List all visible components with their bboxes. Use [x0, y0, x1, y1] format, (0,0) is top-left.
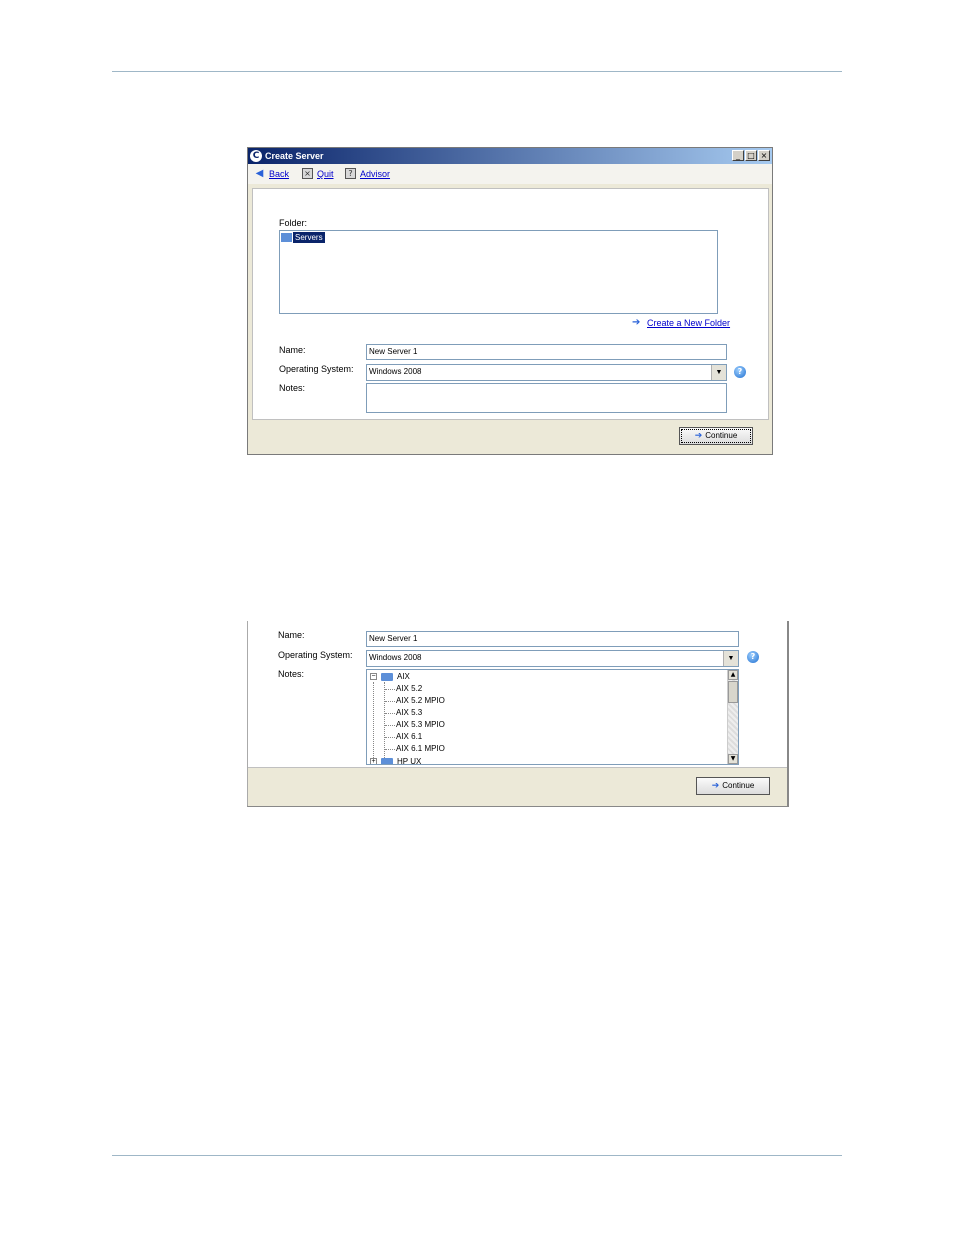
folder-tree[interactable]: Servers: [279, 230, 718, 314]
name-label: Name:: [279, 345, 306, 355]
os-select[interactable]: Windows 2008 ▼: [366, 650, 739, 667]
arrow-right-icon: ➔: [711, 780, 720, 790]
name-input[interactable]: New Server 1: [366, 631, 739, 647]
create-server-window: C Create Server _ □ × ◀ Back × Quit ? Ad…: [247, 147, 773, 455]
vertical-scrollbar[interactable]: ▲ ▼: [727, 670, 738, 764]
notes-label: Notes:: [279, 383, 306, 393]
name-label: Name:: [278, 630, 305, 640]
scroll-down-icon[interactable]: ▼: [728, 754, 738, 764]
scroll-up-icon[interactable]: ▲: [728, 670, 738, 680]
chevron-down-icon[interactable]: ▼: [723, 651, 738, 666]
tree-item[interactable]: AIX 5.2 MPIO: [367, 695, 727, 707]
arrow-right-icon: ➔: [694, 430, 703, 440]
collapse-icon[interactable]: −: [370, 673, 377, 680]
chevron-down-icon[interactable]: ▼: [711, 365, 726, 380]
minimize-button[interactable]: _: [732, 150, 744, 161]
create-folder-link[interactable]: Create a New Folder: [647, 318, 730, 329]
arrow-left-icon[interactable]: ◀: [254, 168, 265, 179]
os-label: Operating System:: [279, 364, 354, 374]
os-select[interactable]: Windows 2008 ▼: [366, 364, 727, 381]
continue-button[interactable]: ➔ Continue: [679, 427, 753, 445]
question-icon[interactable]: ?: [747, 651, 759, 663]
continue-label: Continue: [705, 431, 738, 440]
maximize-button[interactable]: □: [745, 150, 757, 161]
folder-item-servers[interactable]: Servers: [293, 232, 325, 243]
help-box-icon[interactable]: ?: [345, 168, 356, 179]
folder-label: Folder:: [279, 218, 308, 228]
arrow-right-icon: ➔: [632, 317, 641, 328]
content-panel: Folder: Servers ➔ Create a New Folder Na…: [252, 188, 769, 420]
footer-rule: [112, 1155, 842, 1156]
toolbar: ◀ Back × Quit ? Advisor: [248, 164, 772, 184]
back-link[interactable]: Back: [269, 169, 289, 180]
os-dropdown-list[interactable]: − AIX AIX 5.2 AIX 5.2 MPIO AIX 5.3 AIX 5…: [366, 669, 739, 765]
os-select-value: Windows 2008: [369, 653, 422, 662]
app-icon: C: [250, 150, 262, 162]
tree-item[interactable]: AIX 5.3 MPIO: [367, 719, 727, 731]
folder-icon: [381, 758, 393, 764]
notes-input[interactable]: [366, 383, 727, 413]
advisor-link[interactable]: Advisor: [360, 169, 390, 180]
title-bar: C Create Server _ □ ×: [248, 148, 772, 164]
tree-item[interactable]: AIX 6.1: [367, 731, 727, 743]
window-title: Create Server: [265, 151, 324, 161]
tree-group-hpux[interactable]: + HP UX: [367, 756, 727, 764]
question-icon[interactable]: ?: [734, 366, 746, 378]
tree-group-aix[interactable]: − AIX: [367, 671, 727, 683]
os-select-value: Windows 2008: [369, 367, 422, 376]
servers-icon: [281, 233, 292, 242]
close-box-icon[interactable]: ×: [302, 168, 313, 179]
expand-icon[interactable]: +: [370, 758, 377, 764]
name-input[interactable]: New Server 1: [366, 344, 727, 360]
quit-link[interactable]: Quit: [317, 169, 334, 180]
footer-bar: ➔ Continue: [248, 420, 772, 454]
os-label: Operating System:: [278, 650, 353, 660]
scroll-thumb[interactable]: [728, 681, 738, 703]
header-rule: [112, 71, 842, 72]
folder-icon: [381, 673, 393, 681]
footer-bar: ➔ Continue: [248, 767, 787, 806]
continue-button[interactable]: ➔ Continue: [696, 777, 770, 795]
notes-label: Notes:: [278, 669, 305, 679]
close-button[interactable]: ×: [758, 150, 770, 161]
tree-item[interactable]: AIX 6.1 MPIO: [367, 743, 727, 755]
continue-label: Continue: [722, 781, 755, 790]
os-dropdown-window: Name: New Server 1 Operating System: Win…: [247, 621, 789, 807]
tree-item[interactable]: AIX 5.2: [367, 683, 727, 695]
tree-item[interactable]: AIX 5.3: [367, 707, 727, 719]
